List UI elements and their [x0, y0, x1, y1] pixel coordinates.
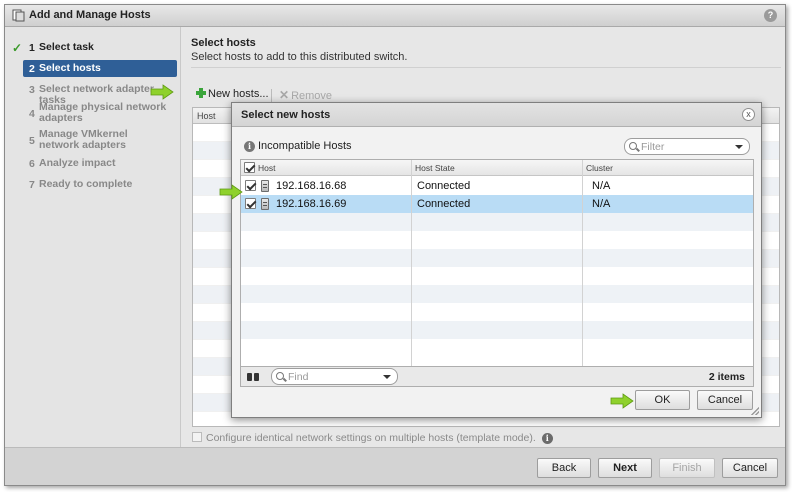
- resize-grip-icon[interactable]: [751, 407, 759, 415]
- empty-row: [241, 213, 753, 231]
- new-hosts-button[interactable]: New hosts...: [196, 88, 269, 100]
- dialog-title: Select new hosts: [241, 109, 331, 121]
- step-number: 4: [29, 108, 35, 120]
- empty-row: [241, 267, 753, 285]
- host-state: Connected: [417, 180, 471, 192]
- find-placeholder: Find: [288, 371, 309, 383]
- step-label: Select hosts: [39, 62, 101, 74]
- close-icon[interactable]: x: [742, 108, 755, 121]
- chevron-down-icon[interactable]: [383, 375, 391, 379]
- page-title: Select hosts: [191, 37, 256, 49]
- step-number: 2: [29, 63, 35, 75]
- info-icon: i: [244, 141, 255, 152]
- title-bar: Add and Manage Hosts ?: [5, 5, 785, 27]
- wizard-footer: Back Next Finish Cancel: [5, 447, 785, 485]
- hosts-grid: Host Host State Cluster 192.168.16.68 Co…: [240, 159, 754, 367]
- empty-row: [241, 285, 753, 303]
- dialog-title-bar: Select new hosts x: [232, 103, 761, 127]
- finish-button[interactable]: Finish: [659, 458, 715, 478]
- template-mode-checkbox[interactable]: [192, 432, 202, 442]
- host-name: 192.168.16.68: [276, 180, 347, 192]
- step-label: Select task: [39, 41, 94, 53]
- remove-button[interactable]: ✕ Remove: [279, 88, 332, 102]
- filter-placeholder: Filter: [641, 141, 665, 153]
- info-icon[interactable]: i: [541, 433, 553, 444]
- wizard-window-icon: [12, 9, 25, 22]
- divider: [191, 67, 781, 68]
- template-mode-option: Configure identical network settings on …: [192, 432, 553, 444]
- filter-input[interactable]: Filter: [624, 138, 750, 155]
- empty-row: [241, 249, 753, 267]
- find-input[interactable]: Find: [271, 368, 398, 385]
- dialog-cancel-button[interactable]: Cancel: [697, 390, 753, 410]
- select-all-checkbox[interactable]: [244, 162, 255, 173]
- step-label: Manage physical network adapters: [39, 101, 167, 124]
- remove-icon: ✕: [279, 88, 290, 102]
- step-number: 7: [29, 179, 35, 191]
- ok-button[interactable]: OK: [635, 390, 690, 410]
- help-icon[interactable]: ?: [764, 9, 777, 22]
- callout-arrow-icon: [610, 393, 634, 409]
- grid-header: Host Host State Cluster: [241, 160, 753, 176]
- host-name: 192.168.16.69: [276, 198, 347, 210]
- search-icon: [629, 142, 637, 150]
- new-hosts-label: New hosts...: [208, 88, 269, 100]
- incompatible-hosts-label: Incompatible Hosts: [258, 140, 352, 152]
- grid-footer: Find 2 items: [240, 367, 754, 387]
- toolbar-separator: [271, 89, 272, 102]
- empty-row: [241, 321, 753, 339]
- step-label: Analyze impact: [39, 157, 116, 169]
- chevron-down-icon[interactable]: [735, 145, 743, 149]
- binoculars-icon[interactable]: [247, 371, 261, 382]
- host-icon: [261, 180, 269, 192]
- host-row-selected[interactable]: 192.168.16.69 Connected N/A: [241, 195, 753, 213]
- back-button[interactable]: Back: [537, 458, 591, 478]
- step-number: 1: [29, 42, 35, 54]
- callout-arrow-icon: [219, 184, 243, 200]
- empty-row: [241, 231, 753, 249]
- host-cluster: N/A: [592, 198, 611, 210]
- add-icon: [196, 88, 206, 98]
- next-button[interactable]: Next: [598, 458, 652, 478]
- page-subtitle: Select hosts to add to this distributed …: [191, 51, 408, 63]
- empty-row: [241, 303, 753, 321]
- step-number: 5: [29, 135, 35, 147]
- host-row[interactable]: 192.168.16.68 Connected N/A: [241, 177, 753, 195]
- step-number: 3: [29, 84, 35, 96]
- item-count: 2 items: [708, 371, 745, 383]
- column-header-cluster[interactable]: Cluster: [586, 163, 613, 173]
- step-label: Ready to complete: [39, 178, 133, 190]
- column-divider: [411, 160, 412, 366]
- incompatible-hosts-link[interactable]: i Incompatible Hosts: [244, 140, 352, 152]
- select-new-hosts-dialog: Select new hosts x i Incompatible Hosts F…: [231, 102, 762, 418]
- step-number: 6: [29, 158, 35, 170]
- host-state: Connected: [417, 198, 471, 210]
- column-header-host-state[interactable]: Host State: [415, 163, 455, 173]
- column-divider: [582, 160, 583, 366]
- check-icon: ✓: [12, 41, 23, 55]
- remove-label: Remove: [291, 90, 333, 102]
- callout-arrow-icon: [150, 84, 174, 100]
- host-icon: [261, 198, 269, 210]
- search-icon: [276, 372, 284, 380]
- host-cluster: N/A: [592, 180, 611, 192]
- column-header-host[interactable]: Host: [258, 163, 275, 173]
- empty-row: [241, 339, 753, 357]
- template-mode-label: Configure identical network settings on …: [206, 432, 536, 444]
- window-title: Add and Manage Hosts: [29, 9, 151, 21]
- step-select-hosts[interactable]: 2 Select hosts: [23, 60, 177, 77]
- cancel-button[interactable]: Cancel: [722, 458, 778, 478]
- step-label: Manage VMkernel network adapters: [39, 128, 128, 151]
- host-checkbox[interactable]: [245, 198, 256, 209]
- host-checkbox[interactable]: [245, 180, 256, 191]
